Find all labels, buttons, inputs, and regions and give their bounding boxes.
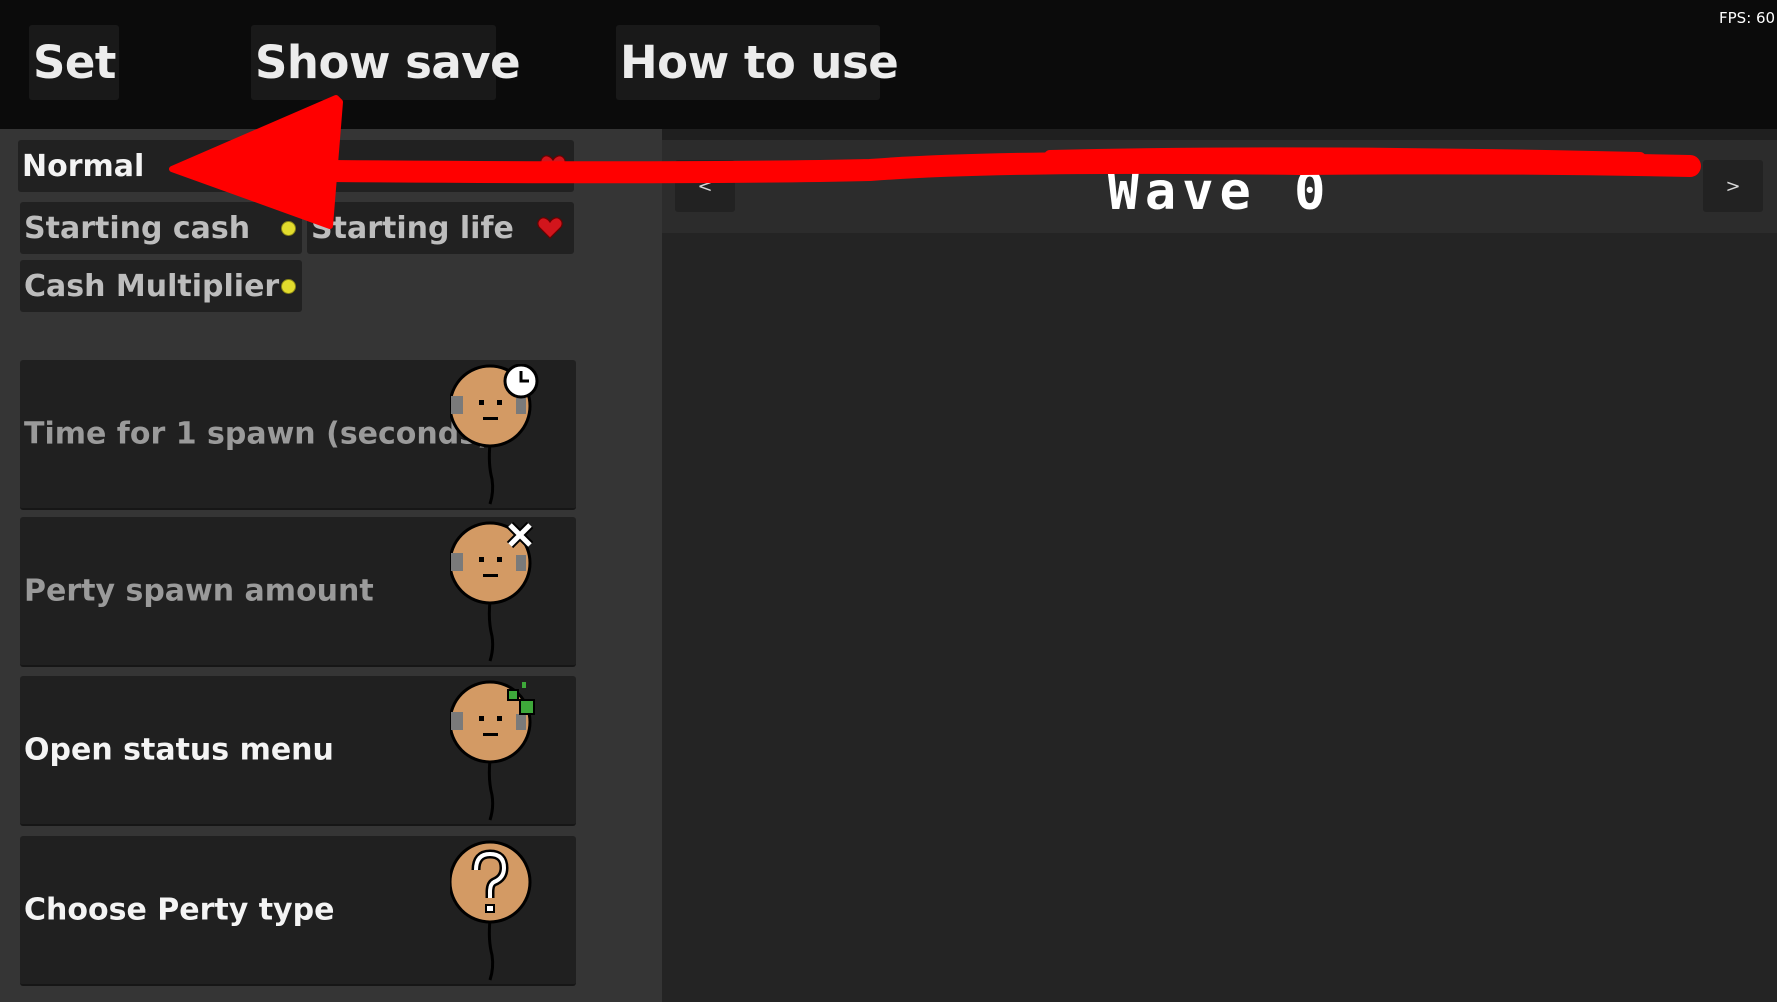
coin-icon <box>281 221 296 236</box>
perty-type-label: Choose Perty type <box>24 892 335 928</box>
heart-icon <box>540 155 566 177</box>
starting-life-button[interactable]: Starting life <box>307 202 574 254</box>
spawn-time-label: Time for 1 spawn (seconds) <box>24 416 491 452</box>
perty-type-card[interactable]: Choose Perty type <box>20 836 576 986</box>
settings-sidebar: Normal Starting cash Starting life Cash … <box>0 129 662 1002</box>
spawn-amount-label: Perty spawn amount <box>24 573 374 609</box>
cash-multiplier-label: Cash Multiplier <box>24 268 280 304</box>
heart-icon <box>537 217 563 239</box>
wave-title: Wave 0 <box>1107 162 1332 222</box>
status-menu-card[interactable]: Open status menu <box>20 676 576 826</box>
spawn-time-card[interactable]: Time for 1 spawn (seconds) <box>20 360 576 510</box>
fps-counter: FPS: 60 <box>1719 9 1776 27</box>
starting-life-label: Starting life <box>311 210 514 246</box>
show-save-button[interactable]: Show save <box>251 25 521 100</box>
coin-icon <box>281 279 296 294</box>
set-button[interactable]: Set <box>29 25 119 100</box>
perty-clock-icon <box>450 364 539 505</box>
wave-header: < Wave 0 > <box>662 140 1777 233</box>
perty-question-icon <box>450 840 532 981</box>
starting-cash-label: Starting cash <box>24 210 251 246</box>
how-to-use-button[interactable]: How to use <box>616 25 899 100</box>
cash-multiplier-button[interactable]: Cash Multiplier <box>20 260 302 312</box>
spawn-amount-card[interactable]: Perty spawn amount <box>20 517 576 667</box>
wave-panel: < Wave 0 > <box>662 140 1777 1002</box>
next-wave-button[interactable]: > <box>1703 160 1763 212</box>
difficulty-label: Normal <box>22 148 145 184</box>
status-menu-label: Open status menu <box>24 732 334 768</box>
perty-status-icon <box>450 680 535 821</box>
starting-cash-button[interactable]: Starting cash <box>20 202 302 254</box>
top-toolbar: Set Show save How to use FPS: 60 <box>0 0 1777 129</box>
perty-x-icon <box>450 521 534 662</box>
difficulty-button[interactable]: Normal <box>18 140 574 192</box>
